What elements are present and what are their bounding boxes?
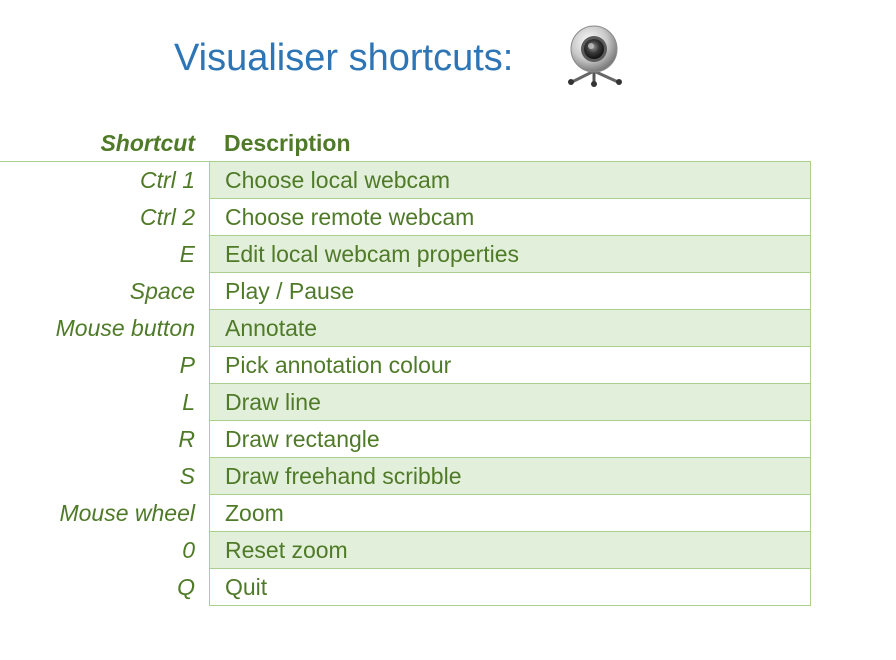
shortcut-description: Pick annotation colour — [209, 347, 811, 384]
shortcut-description: Reset zoom — [209, 532, 811, 569]
table-row: S Draw freehand scribble — [0, 458, 811, 495]
table-row: Ctrl 1 Choose local webcam — [0, 162, 811, 199]
shortcut-key: Ctrl 1 — [140, 167, 195, 193]
header-description: Description — [209, 125, 811, 162]
header-shortcut: Shortcut — [0, 125, 209, 162]
shortcut-key: S — [179, 463, 195, 489]
shortcuts-table: Shortcut Description Ctrl 1 Choose local… — [0, 125, 811, 606]
table-row: Mouse button Annotate — [0, 310, 811, 347]
table-row: 0 Reset zoom — [0, 532, 811, 569]
shortcut-description: Choose local webcam — [209, 162, 811, 199]
webcam-icon — [568, 25, 622, 87]
shortcut-description: Draw line — [209, 384, 811, 421]
table-row: L Draw line — [0, 384, 811, 421]
page-title: Visualiser shortcuts: — [174, 37, 514, 79]
table-row: Mouse wheel Zoom — [0, 495, 811, 532]
shortcut-key: Mouse button — [55, 315, 195, 341]
shortcut-description: Edit local webcam properties — [209, 236, 811, 273]
shortcut-key: Ctrl 2 — [140, 204, 195, 230]
shortcut-key: P — [179, 352, 195, 378]
table-row: Ctrl 2 Choose remote webcam — [0, 199, 811, 236]
shortcut-key: Space — [129, 278, 195, 304]
shortcut-key: Mouse wheel — [59, 500, 195, 526]
table-row: E Edit local webcam properties — [0, 236, 811, 273]
shortcut-description: Choose remote webcam — [209, 199, 811, 236]
table-row: R Draw rectangle — [0, 421, 811, 458]
shortcut-description: Play / Pause — [209, 273, 811, 310]
shortcut-description: Draw freehand scribble — [209, 458, 811, 495]
shortcut-key: Q — [177, 574, 195, 600]
shortcut-description: Draw rectangle — [209, 421, 811, 458]
shortcut-description: Quit — [209, 569, 811, 606]
shortcut-description: Zoom — [209, 495, 811, 532]
shortcut-description: Annotate — [209, 310, 811, 347]
table-row: P Pick annotation colour — [0, 347, 811, 384]
shortcut-key: E — [179, 241, 195, 267]
shortcut-key: L — [182, 389, 195, 415]
shortcut-key: 0 — [182, 537, 195, 563]
table-header-row: Shortcut Description — [0, 125, 811, 162]
table-row: Space Play / Pause — [0, 273, 811, 310]
table-row: Q Quit — [0, 569, 811, 606]
shortcut-key: R — [178, 426, 195, 452]
